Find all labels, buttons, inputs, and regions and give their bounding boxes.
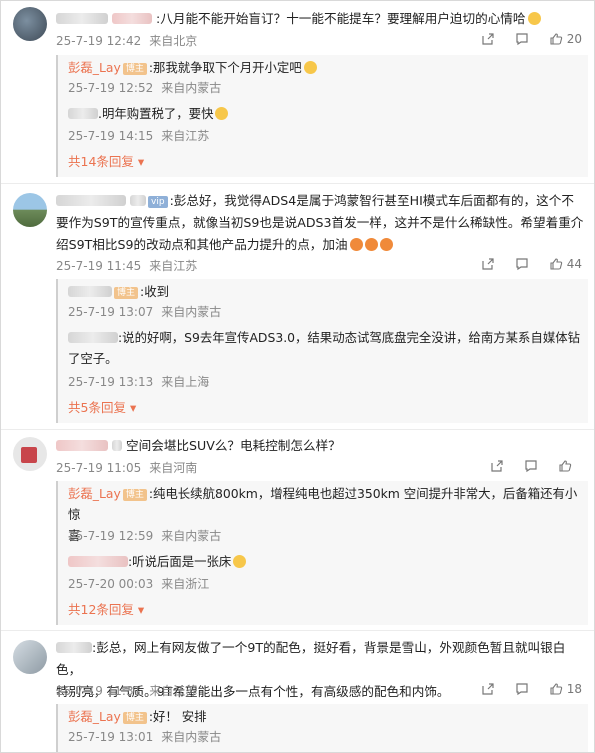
- reply-text: 博主:收到: [68, 281, 580, 302]
- like-button[interactable]: 18: [549, 682, 582, 696]
- like-icon: [550, 683, 562, 695]
- reply-author[interactable]: 彭磊_Lay: [68, 709, 121, 724]
- comment-actions: [490, 459, 572, 473]
- reply-meta: 25-7-19 13:01 来自内蒙古: [68, 730, 222, 744]
- like-button[interactable]: 20: [549, 32, 582, 46]
- comment-text: 空间会堪比SUV么？电耗控制怎么样？: [56, 435, 586, 457]
- comment-4: :彭总，网上有网友做了一个9T的配色，挺好看，背景是雪山，外观颜色暂且就叫银白色…: [1, 634, 594, 752]
- like-count: 20: [566, 32, 582, 46]
- comment-button[interactable]: [515, 682, 529, 696]
- author-badge: 博主: [114, 287, 139, 299]
- like-icon: [559, 460, 572, 472]
- comment-meta: 25-7-19 12:42 来自北京: [56, 34, 198, 48]
- comment-feed: :八月能不能开始盲订？十一能不能提车？要理解用户迫切的心情哈 25-7-19 1…: [0, 0, 595, 753]
- comment-text: vip:彭总好，我觉得ADS4是属于鸿蒙智行甚至HI模式车后面都有的，这个不 要…: [56, 193, 584, 252]
- emoji-icon: [215, 107, 229, 120]
- reply-thread: 彭磊_Lay 博主:好！ 安排 25-7-19 13:01 来自内蒙古: [56, 704, 588, 752]
- chevron-down-icon: ▾: [137, 602, 145, 617]
- reply-text: :听说后面是一张床: [68, 551, 580, 572]
- reply-text: 彭磊_Lay 博主:好！ 安排: [68, 709, 207, 724]
- divider: [1, 429, 594, 430]
- author-badge: 博主: [122, 712, 147, 724]
- more-replies-link[interactable]: 共12条回复 ▾: [68, 601, 144, 619]
- share-icon: [491, 460, 503, 472]
- comment-actions: 18: [481, 682, 582, 696]
- like-count: 18: [566, 682, 582, 696]
- reply-meta: 25-7-19 13:13 来自上海: [68, 375, 210, 389]
- reply-text: :说的好啊，S9去年宣传ADS3.0，结果动态试驾底盘完全没讲，给南方某系自媒体…: [68, 330, 581, 366]
- author-badge: 博主: [122, 489, 147, 501]
- emoji-icon: [527, 12, 541, 25]
- like-button[interactable]: 44: [549, 257, 582, 271]
- comment-button[interactable]: [524, 459, 538, 473]
- share-icon: [482, 258, 494, 270]
- reply-text: 彭磊_Lay 博主:那我就争取下个月开小定吧: [68, 57, 580, 78]
- share-icon: [482, 683, 494, 695]
- reply-meta: 25-7-19 12:52 来自内蒙古: [68, 81, 222, 95]
- reply-text: .明年购置税了，要快: [68, 103, 580, 124]
- comment-meta: 25-7-19 11:31 来自江苏: [56, 684, 198, 698]
- comment-1: :八月能不能开始盲订？十一能不能提车？要理解用户迫切的心情哈 25-7-19 1…: [1, 1, 594, 181]
- emoji-icon: [233, 555, 247, 568]
- comment-icon: [516, 258, 528, 271]
- comment-2: vip:彭总好，我觉得ADS4是属于鸿蒙智行甚至HI模式车后面都有的，这个不 要…: [1, 187, 594, 427]
- share-icon: [482, 33, 494, 45]
- comment-button[interactable]: [515, 257, 529, 271]
- divider: [1, 630, 594, 631]
- avatar[interactable]: [13, 437, 47, 471]
- reply-author[interactable]: 彭磊_Lay: [68, 486, 121, 501]
- reply-meta: 25-7-19 13:07 来自内蒙古: [68, 305, 222, 319]
- comment-icon: [516, 683, 528, 696]
- chevron-down-icon: ▾: [129, 400, 137, 415]
- reply-meta: 25-7-19 12:59 来自内蒙古: [68, 529, 222, 543]
- emoji-icon: [379, 238, 393, 251]
- reply-thread: 博主:收到 25-7-19 13:07 来自内蒙古 :说的好啊，S9去年宣传ADS…: [56, 279, 588, 423]
- comment-actions: 44: [481, 257, 582, 271]
- reply-author[interactable]: 彭磊_Lay: [68, 60, 121, 75]
- comment-button[interactable]: [515, 32, 529, 46]
- more-replies-link[interactable]: 共5条回复 ▾: [68, 399, 136, 417]
- comment-text: :八月能不能开始盲订？十一能不能提车？要理解用户迫切的心情哈: [56, 8, 586, 30]
- share-button[interactable]: [490, 459, 504, 473]
- share-button[interactable]: [481, 257, 495, 271]
- reply-thread: 彭磊_Lay 博主:那我就争取下个月开小定吧 25-7-19 12:52 来自内蒙古…: [56, 55, 588, 177]
- comment-icon: [516, 33, 528, 46]
- like-button[interactable]: [558, 459, 572, 473]
- like-icon: [550, 258, 562, 270]
- avatar[interactable]: [13, 193, 47, 227]
- chevron-down-icon: ▾: [137, 154, 145, 169]
- divider: [1, 183, 594, 184]
- avatar[interactable]: [13, 7, 47, 41]
- comment-meta: 25-7-19 11:05 来自河南: [56, 461, 198, 475]
- comment-actions: 20: [481, 32, 582, 46]
- share-button[interactable]: [481, 682, 495, 696]
- share-button[interactable]: [481, 32, 495, 46]
- like-count: 44: [566, 257, 582, 271]
- author-badge: 博主: [122, 63, 147, 75]
- like-icon: [550, 33, 562, 45]
- reply-meta: 25-7-19 14:15 来自江苏: [68, 129, 210, 143]
- comment-meta: 25-7-19 11:45 来自江苏: [56, 259, 198, 273]
- emoji-icon: [303, 61, 317, 74]
- avatar[interactable]: [13, 640, 47, 674]
- reply-thread: 彭磊_Lay 博主:纯电长续航800km，增程纯电也超过350km 空间提升非常大…: [56, 481, 588, 625]
- reply-meta: 25-7-20 00:03 来自浙江: [68, 577, 210, 591]
- comment-3: 空间会堪比SUV么？电耗控制怎么样？ 25-7-19 11:05 来自河南 彭磊_…: [1, 433, 594, 628]
- more-replies-link[interactable]: 共14条回复 ▾: [68, 153, 144, 171]
- emoji-icon: [349, 238, 363, 251]
- emoji-icon: [364, 238, 378, 251]
- comment-icon: [525, 460, 537, 473]
